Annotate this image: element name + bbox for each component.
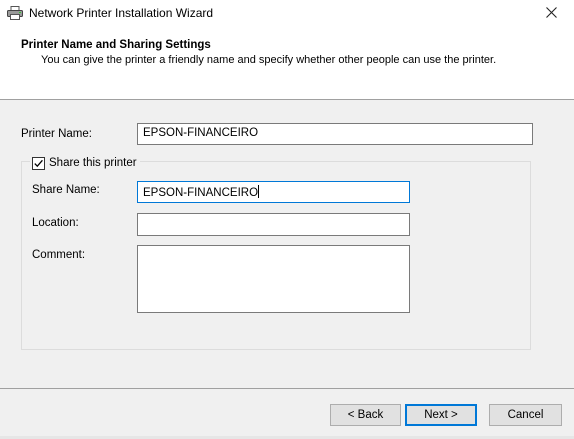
comment-field[interactable] [137,245,410,313]
checkbox-box[interactable] [32,156,45,170]
next-button[interactable]: Next > [405,404,477,426]
share-name-label: Share Name: [32,184,100,196]
back-button[interactable]: < Back [330,404,401,426]
printer-name-label: Printer Name: [21,128,92,140]
share-printer-checkbox[interactable]: Share this printer [30,154,140,172]
page-subtitle: You can give the printer a friendly name… [41,54,497,66]
footer-divider [0,388,574,389]
text-caret [258,185,260,198]
share-name-field[interactable]: EPSON-FINANCEIRO [137,181,410,203]
share-name-value: EPSON-FINANCEIRO [143,187,259,199]
share-printer-label: Share this printer [49,157,137,169]
checkmark-icon [34,159,43,167]
page-title: Printer Name and Sharing Settings [21,39,211,51]
title-bar[interactable]: Network Printer Installation Wizard [0,0,574,28]
location-label: Location: [32,217,79,229]
printer-icon [7,6,23,20]
comment-label: Comment: [32,249,86,261]
cancel-button[interactable]: Cancel [489,404,562,426]
wizard-window: Network Printer Installation Wizard Prin… [0,0,574,439]
location-field[interactable] [137,213,410,236]
printer-name-field[interactable]: EPSON-FINANCEIRO [137,123,533,145]
close-button[interactable] [528,0,574,28]
window-title: Network Printer Installation Wizard [29,6,214,20]
close-icon [545,7,557,21]
wizard-header-area: Network Printer Installation Wizard Prin… [0,0,574,100]
